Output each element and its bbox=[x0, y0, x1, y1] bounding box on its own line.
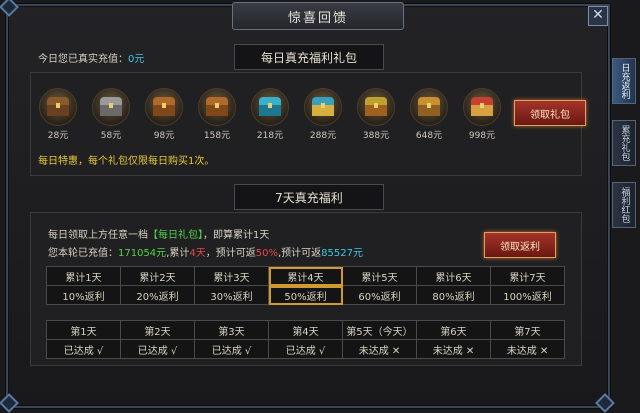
rule-text-a: 每日领取上方任意一档 bbox=[48, 230, 148, 241]
chest-price: 648元 bbox=[415, 131, 443, 141]
daily-gift-link: 【每日礼包】 bbox=[148, 230, 203, 241]
daily-section-title: 每日真充福利礼包 bbox=[234, 44, 384, 70]
cumulative-day-cell: 累计3天 bbox=[194, 266, 269, 286]
cumulative-day-cell: 累计2天 bbox=[120, 266, 195, 286]
treasure-chest-icon bbox=[92, 88, 130, 126]
chest-lock bbox=[480, 103, 484, 108]
today-recharge-label: 今日您已真实充值： bbox=[38, 54, 128, 65]
cumulative-day-cell: 累计1天 bbox=[46, 266, 121, 286]
chest-item[interactable]: 288元 bbox=[303, 88, 343, 141]
chest-item[interactable]: 998元 bbox=[462, 88, 502, 141]
rebate-table: 累计1天 累计2天 累计3天 累计4天 累计5天 累计6天 累计7天 10%返利… bbox=[46, 266, 565, 305]
rebate-cell: 80%返利 bbox=[416, 285, 491, 305]
close-button[interactable]: ✕ bbox=[588, 6, 608, 26]
tab-red-packet[interactable]: 福利红包 bbox=[612, 182, 636, 228]
rebate-cell: 10%返利 bbox=[46, 285, 121, 305]
treasure-chest-icon bbox=[198, 88, 236, 126]
treasure-chest-icon bbox=[251, 88, 289, 126]
chest-price: 58元 bbox=[100, 131, 122, 141]
rebate-cell: 100%返利 bbox=[490, 285, 565, 305]
chest-lock bbox=[374, 103, 378, 108]
chest-lock bbox=[56, 103, 60, 108]
rebate-cell: 30%返利 bbox=[194, 285, 269, 305]
total-recharge-value: 171054元 bbox=[118, 248, 167, 259]
rebate-amount-value: 85527元 bbox=[321, 248, 363, 259]
progress-sep2: ，预计可返 bbox=[205, 248, 256, 259]
tab-daily-rebate[interactable]: 日充返利 bbox=[612, 58, 636, 104]
cumulative-day-cell: 累计5天 bbox=[342, 266, 417, 286]
status-not-achieved: 未达成 ✕ bbox=[416, 339, 491, 359]
treasure-chest-icon bbox=[357, 88, 395, 126]
table-row: 已达成 √ 已达成 √ 已达成 √ 已达成 √ 未达成 ✕ 未达成 ✕ 未达成 … bbox=[46, 339, 565, 359]
day-cell: 第3天 bbox=[194, 320, 269, 340]
chest-price: 158元 bbox=[203, 131, 231, 141]
chest-item[interactable]: 158元 bbox=[197, 88, 237, 141]
day-cell-today: 第5天（今天） bbox=[342, 320, 417, 340]
chest-lock bbox=[321, 103, 325, 108]
chest-price: 218元 bbox=[256, 131, 284, 141]
treasure-chest-icon bbox=[145, 88, 183, 126]
chest-item[interactable]: 28元 bbox=[38, 88, 78, 141]
status-achieved: 已达成 √ bbox=[46, 339, 121, 359]
rebate-cell: 60%返利 bbox=[342, 285, 417, 305]
chest-row: 28元 58元 98元 158元 218元 288元 388元 648元 998… bbox=[38, 88, 508, 144]
rebate-cell: 20%返利 bbox=[120, 285, 195, 305]
treasure-chest-icon bbox=[304, 88, 342, 126]
day-cell: 第7天 bbox=[490, 320, 565, 340]
treasure-chest-icon bbox=[39, 88, 77, 126]
claim-rebate-button[interactable]: 领取返利 bbox=[484, 232, 556, 258]
chest-price: 98元 bbox=[153, 131, 175, 141]
chest-item[interactable]: 98元 bbox=[144, 88, 184, 141]
day-cell: 第2天 bbox=[120, 320, 195, 340]
progress-sep3: ,预计可返 bbox=[277, 248, 322, 259]
window-title: 惊喜回馈 bbox=[232, 2, 404, 30]
table-row: 累计1天 累计2天 累计3天 累计4天 累计5天 累计6天 累计7天 bbox=[46, 266, 565, 286]
status-achieved: 已达成 √ bbox=[194, 339, 269, 359]
progress-sep1: ,累计 bbox=[166, 248, 190, 259]
day-status-table: 第1天 第2天 第3天 第4天 第5天（今天） 第6天 第7天 已达成 √ 已达… bbox=[46, 320, 565, 359]
chest-item[interactable]: 388元 bbox=[356, 88, 396, 141]
chest-lock bbox=[427, 103, 431, 108]
treasure-chest-icon bbox=[463, 88, 501, 126]
cumulative-day-cell: 累计6天 bbox=[416, 266, 491, 286]
tab-cumulative-gift[interactable]: 累充礼包 bbox=[612, 120, 636, 166]
day-cell: 第6天 bbox=[416, 320, 491, 340]
chest-item[interactable]: 218元 bbox=[250, 88, 290, 141]
chest-lock bbox=[109, 103, 113, 108]
table-row: 第1天 第2天 第3天 第4天 第5天（今天） 第6天 第7天 bbox=[46, 320, 565, 340]
chest-lock bbox=[268, 103, 272, 108]
status-not-achieved: 未达成 ✕ bbox=[342, 339, 417, 359]
rebate-cell-current: 50%返利 bbox=[268, 285, 343, 305]
status-achieved: 已达成 √ bbox=[268, 339, 343, 359]
day-cell: 第1天 bbox=[46, 320, 121, 340]
chest-price: 998元 bbox=[468, 131, 496, 141]
claim-gift-button[interactable]: 领取礼包 bbox=[514, 100, 586, 126]
chest-item[interactable]: 648元 bbox=[409, 88, 449, 141]
chest-item[interactable]: 58元 bbox=[91, 88, 131, 141]
cumulative-day-cell: 累计7天 bbox=[490, 266, 565, 286]
chest-price: 288元 bbox=[309, 131, 337, 141]
chest-price: 388元 bbox=[362, 131, 390, 141]
rule-text: 每日领取上方任意一档【每日礼包】，即算累计1天 bbox=[48, 226, 269, 241]
today-recharge-text: 今日您已真实充值：0元 bbox=[38, 50, 144, 65]
today-recharge-value: 0元 bbox=[128, 54, 145, 65]
day-cell: 第4天 bbox=[268, 320, 343, 340]
chest-price: 28元 bbox=[47, 131, 69, 141]
treasure-chest-icon bbox=[410, 88, 448, 126]
cumulative-days-value: 4天 bbox=[189, 248, 206, 259]
daily-special-note: 每日特惠，每个礼包仅限每日购买1次。 bbox=[38, 156, 215, 167]
status-not-achieved: 未达成 ✕ bbox=[490, 339, 565, 359]
rule-text-c: ，即算累计1天 bbox=[203, 230, 270, 241]
chest-lock bbox=[215, 103, 219, 108]
table-row: 10%返利 20%返利 30%返利 50%返利 60%返利 80%返利 100%… bbox=[46, 285, 565, 305]
rebate-percent-value: 50% bbox=[255, 248, 278, 259]
chest-lock bbox=[162, 103, 166, 108]
seven-day-section-title: 7天真充福利 bbox=[234, 184, 384, 210]
progress-text: 您本轮已充值：171054元,累计4天，预计可返50%,预计可返85527元 bbox=[48, 244, 363, 259]
status-achieved: 已达成 √ bbox=[120, 339, 195, 359]
progress-label: 您本轮已充值： bbox=[48, 248, 118, 259]
cumulative-day-cell-current: 累计4天 bbox=[268, 266, 343, 286]
